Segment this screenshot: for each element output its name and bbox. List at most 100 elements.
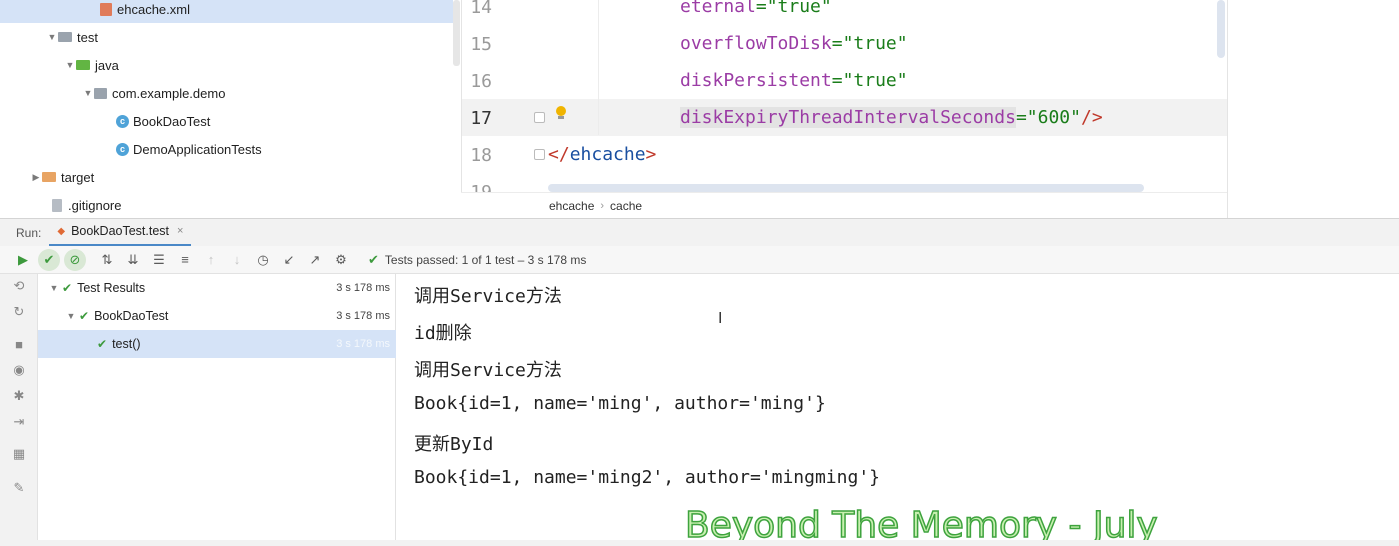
status-text: Tests passed: 1 of 1 test – 3 s 178 ms <box>384 252 587 267</box>
test-history-icon[interactable]: ◷ <box>250 247 276 273</box>
tree-item-label: java <box>95 57 119 73</box>
breadcrumb-item[interactable]: cache <box>610 199 642 213</box>
code-line: </ehcache> <box>548 144 657 165</box>
console-line: 调用Service方法 <box>414 360 562 381</box>
code-line: eternal="true" <box>680 0 832 17</box>
line-number: 14 <box>470 0 492 18</box>
previous-failed-icon[interactable]: ↑ <box>198 247 224 273</box>
chevron-down-icon: ▼ <box>65 60 75 70</box>
tree-item-ehcache-xml[interactable]: ehcache.xml <box>0 0 453 23</box>
test-results-root[interactable]: ▼ ✔ Test Results 3 s 178 ms <box>38 274 396 302</box>
check-icon: ✔ <box>62 281 73 295</box>
expand-all-icon[interactable]: ☰ <box>146 247 172 273</box>
rerun-icon[interactable]: ▶ <box>10 247 36 273</box>
vertical-scrollbar[interactable] <box>1217 0 1225 58</box>
import-tests-icon[interactable]: ↙ <box>276 247 302 273</box>
source-folder-icon <box>76 60 90 70</box>
layout-icon[interactable]: ▦ <box>11 446 27 462</box>
breadcrumb-item[interactable]: ehcache <box>549 199 594 213</box>
chevron-down-icon: ▼ <box>66 311 76 321</box>
close-icon[interactable]: × <box>177 225 183 237</box>
test-class-bookdaotest[interactable]: ▼ ✔ BookDaoTest 3 s 178 ms <box>38 302 396 330</box>
folder-icon <box>58 32 72 42</box>
tree-item-test[interactable]: ▼ test <box>0 23 453 51</box>
bottom-tool-strip <box>0 540 1399 546</box>
gear-icon[interactable]: ⚙ <box>328 247 354 273</box>
tree-item-target[interactable]: ▶ target <box>0 163 453 191</box>
test-class-label: BookDaoTest <box>94 309 169 323</box>
console-line: Book{id=1, name='ming', author='ming'} <box>414 393 826 414</box>
tree-item-label: ehcache.xml <box>117 1 190 17</box>
tree-item-label: .gitignore <box>68 197 122 213</box>
console-line: id删除 <box>414 323 472 344</box>
console-line: 调用Service方法 <box>414 286 562 307</box>
tree-scrollbar[interactable] <box>453 0 460 66</box>
tree-item-demoapplicationtests[interactable]: c DemoApplicationTests <box>0 135 453 163</box>
chevron-right-icon: ▶ <box>32 171 40 182</box>
line-number: 19 <box>462 182 492 192</box>
tree-item-package[interactable]: ▼ com.example.demo <box>0 79 453 107</box>
run-tool-window-header: Run: ◆ BookDaoTest.test × <box>0 218 1399 247</box>
line-number: 16 <box>470 71 492 92</box>
chevron-down-icon: ▼ <box>83 88 93 98</box>
code-editor[interactable]: eternal="true" overflowToDisk="true" dis… <box>461 0 1227 192</box>
run-side-toolbar: ⟲ ↻ ■ ◉ ✱ ⇥ ▦ ✎ <box>0 274 38 546</box>
class-icon: c <box>116 142 129 156</box>
run-label: Run: <box>16 225 42 240</box>
chevron-down-icon: ▼ <box>49 283 59 293</box>
test-duration: 3 s 178 ms <box>336 338 390 350</box>
stop-icon[interactable]: ■ <box>11 336 27 352</box>
sort-by-duration-icon[interactable]: ⇊ <box>120 247 146 273</box>
tree-item-label: test <box>77 29 98 45</box>
line-number: 15 <box>470 34 492 55</box>
rerun-failed-icon[interactable]: ⟲ <box>11 278 27 294</box>
tree-item-label: com.example.demo <box>112 85 226 101</box>
check-icon: ✔ <box>97 337 108 351</box>
check-icon: ✔ <box>368 251 379 267</box>
package-icon <box>94 87 107 99</box>
test-status: ✔ Tests passed: 1 of 1 test – 3 s 178 ms <box>368 252 586 268</box>
tree-item-gitignore[interactable]: .gitignore <box>0 191 453 219</box>
horizontal-scrollbar[interactable] <box>548 184 1144 192</box>
fold-marker-icon[interactable] <box>534 149 545 160</box>
check-icon: ✔ <box>79 309 90 323</box>
xml-file-icon <box>100 2 112 16</box>
chevron-right-icon: › <box>600 199 605 212</box>
chevron-down-icon: ▼ <box>47 32 57 42</box>
test-method-test[interactable]: ✔ test() 3 s 178 ms <box>38 330 396 358</box>
show-passed-icon[interactable]: ✔ <box>38 248 60 271</box>
code-line: diskPersistent="true" <box>680 70 908 91</box>
indent-guide <box>598 0 599 135</box>
tree-item-label: BookDaoTest <box>133 113 211 129</box>
tree-item-label: target <box>61 169 95 185</box>
tab-bookdaotest[interactable]: ◆ BookDaoTest.test × <box>49 219 192 247</box>
text-cursor-icon: I <box>718 310 723 327</box>
next-failed-icon[interactable]: ↓ <box>224 247 250 273</box>
file-icon <box>52 198 62 212</box>
bug-icon[interactable]: ✱ <box>11 388 27 404</box>
lightbulb-icon[interactable] <box>555 106 566 120</box>
pin-icon[interactable]: ✎ <box>11 480 27 496</box>
test-method-label: test() <box>112 337 141 351</box>
test-duration: 3 s 178 ms <box>336 282 390 294</box>
console-line: 更新ById <box>414 434 494 455</box>
tree-item-bookdaotest[interactable]: c BookDaoTest <box>0 107 453 135</box>
line-number-gutter: 14 15 16 17 18 19 <box>462 0 537 192</box>
fold-marker-icon[interactable] <box>534 112 545 123</box>
tree-item-java[interactable]: ▼ java <box>0 51 453 79</box>
sort-alphabetically-icon[interactable]: ⇅ <box>94 247 120 273</box>
camera-icon[interactable]: ◉ <box>11 362 27 378</box>
export-tests-icon[interactable]: ↗ <box>302 247 328 273</box>
exit-icon[interactable]: ⇥ <box>11 414 27 430</box>
tree-item-label: DemoApplicationTests <box>133 141 262 157</box>
run-toolbar: ▶ ✔ ⊘ ⇅ ⇊ ☰ ≡ ↑ ↓ ◷ ↙ ↗ ⚙ ✔ Tests passed… <box>0 246 1399 274</box>
tab-label: BookDaoTest.test <box>71 224 170 238</box>
console-line: Book{id=1, name='ming2', author='mingmin… <box>414 467 880 488</box>
test-results-tree: ▼ ✔ Test Results 3 s 178 ms ▼ ✔ BookDaoT… <box>38 274 396 546</box>
show-ignored-icon[interactable]: ⊘ <box>64 248 86 271</box>
collapse-all-icon[interactable]: ≡ <box>172 247 198 273</box>
code-line: overflowToDisk="true" <box>680 33 908 54</box>
editor-right-area <box>1227 0 1399 218</box>
toggle-auto-test-icon[interactable]: ↻ <box>11 304 27 320</box>
line-number: 17 <box>470 108 492 129</box>
